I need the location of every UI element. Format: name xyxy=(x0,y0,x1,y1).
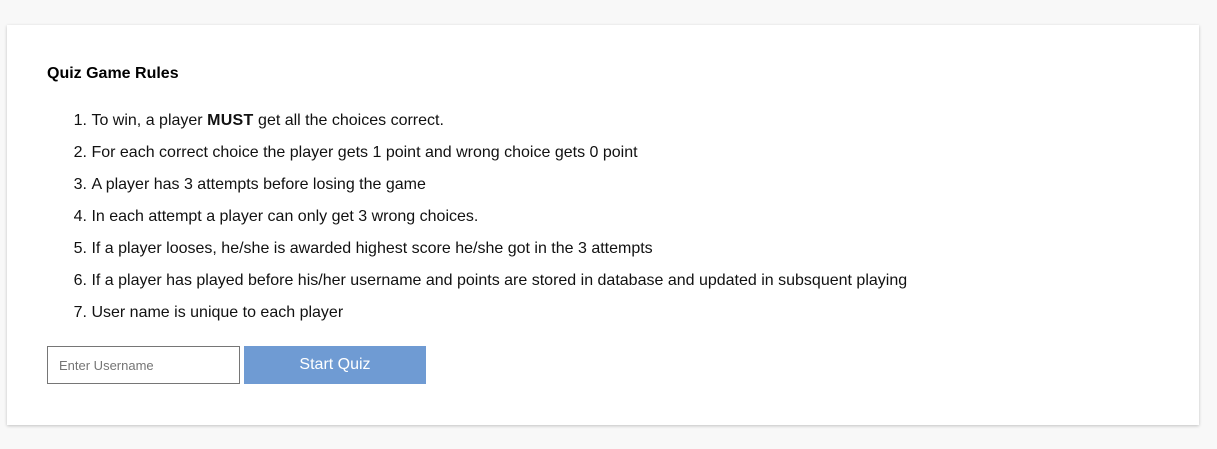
start-quiz-button[interactable]: Start Quiz xyxy=(244,346,426,384)
rule-text: To win, a player MUST get all the choice… xyxy=(91,112,444,129)
rule-number: 1. xyxy=(73,112,87,129)
rule-number: 4. xyxy=(73,208,87,225)
rule-number: 3. xyxy=(73,176,87,193)
rule-item-6: 6. If a player has played before his/her… xyxy=(47,270,907,302)
rules-list: 1. To win, a player MUST get all the cho… xyxy=(47,110,907,334)
rule-number: 2. xyxy=(73,144,87,161)
rule-item-7: 7. User name is unique to each player xyxy=(47,302,907,334)
rule-text: If a player looses, he/she is awarded hi… xyxy=(91,240,653,257)
rule-item-1: 1. To win, a player MUST get all the cho… xyxy=(47,110,907,142)
rules-card: Quiz Game Rules 1. To win, a player MUST… xyxy=(7,25,1199,425)
rule-text: A player has 3 attempts before losing th… xyxy=(91,176,426,193)
rule-item-5: 5. If a player looses, he/she is awarded… xyxy=(47,238,907,270)
rule-item-2: 2. For each correct choice the player ge… xyxy=(47,142,907,174)
rule-number: 6. xyxy=(73,272,87,289)
rule-text: For each correct choice the player gets … xyxy=(91,144,638,161)
rule-number: 5. xyxy=(73,240,87,257)
rule-number: 7. xyxy=(73,304,87,321)
rule-item-3: 3. A player has 3 attempts before losing… xyxy=(47,174,907,206)
emphasis-text: MUST xyxy=(207,112,254,129)
rule-text: In each attempt a player can only get 3 … xyxy=(91,208,479,225)
rule-item-4: 4. In each attempt a player can only get… xyxy=(47,206,907,238)
rule-text: User name is unique to each player xyxy=(91,304,344,321)
page-title: Quiz Game Rules xyxy=(47,65,179,82)
username-input[interactable] xyxy=(47,346,240,384)
rule-text: If a player has played before his/her us… xyxy=(91,272,908,289)
